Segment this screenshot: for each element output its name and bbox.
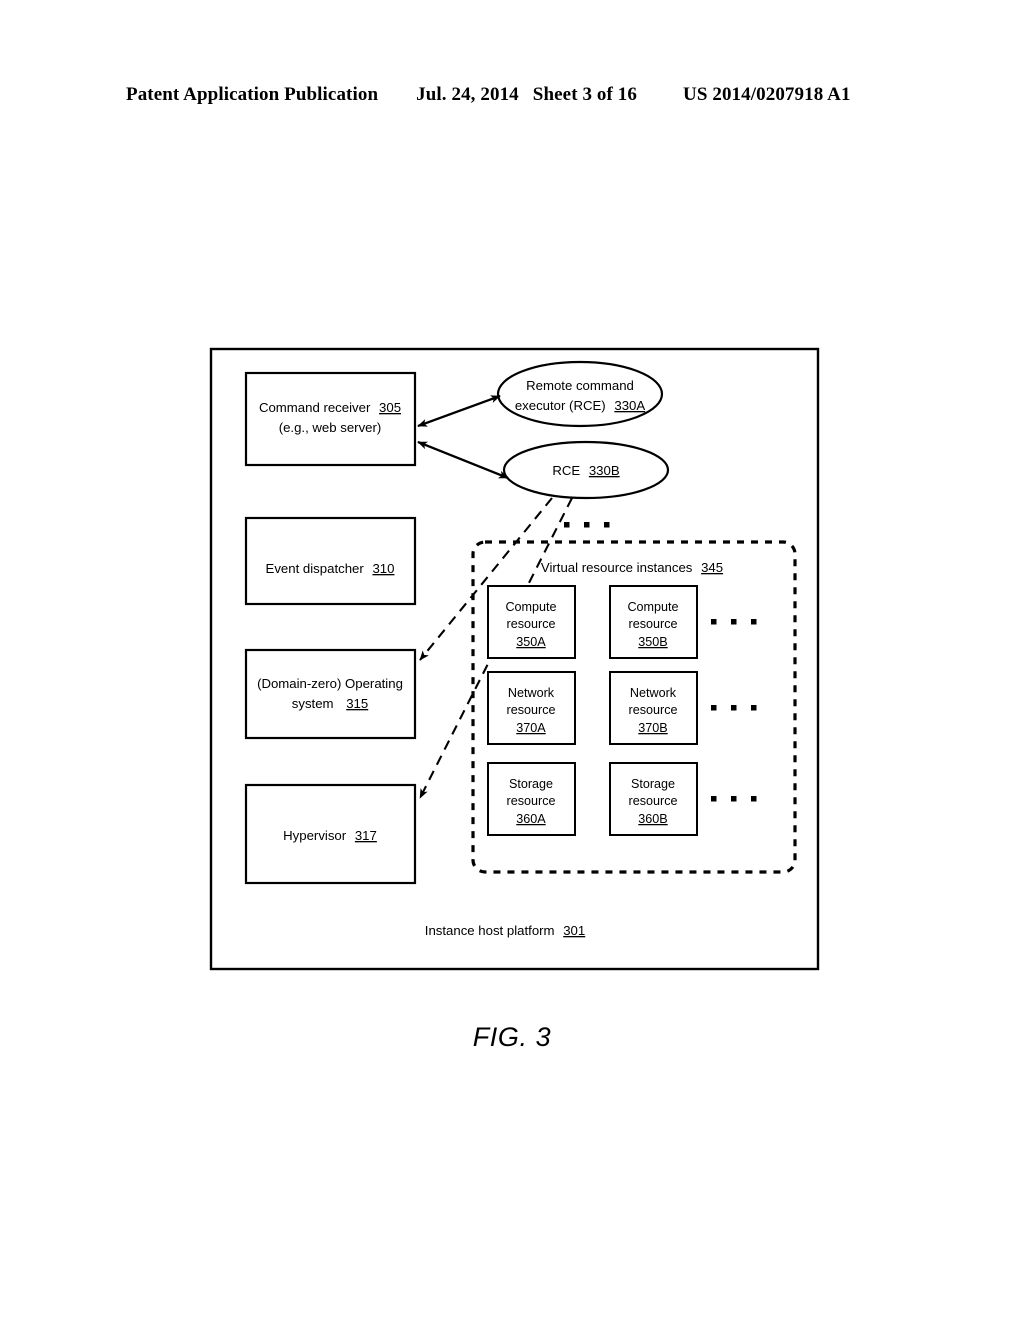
operating-system-label-line2: system	[292, 696, 334, 711]
operating-system-label-line1: (Domain-zero) Operating	[257, 676, 403, 691]
compute-resource-350b-box: Compute resource 350B	[609, 585, 698, 659]
storage-resource-360a-box: Storage resource 360A	[487, 762, 576, 836]
compute-b-line1: Compute	[627, 600, 678, 614]
figure-caption: FIG. 3	[472, 1022, 552, 1052]
rce-a-label-line1: Remote command	[526, 378, 634, 393]
event-dispatcher-label: Event dispatcher	[266, 561, 365, 576]
network-b-line1: Network	[630, 686, 677, 700]
storage-b-ref: 360B	[638, 812, 667, 826]
event-dispatcher-ref: 310	[372, 561, 394, 576]
network-a-line1: Network	[508, 686, 555, 700]
header-publication-title: Patent Application Publication	[126, 84, 379, 105]
svg-text:Event dispatcher 310: Event dispatcher 310	[266, 561, 395, 576]
rce-a-label-line2: executor (RCE)	[515, 398, 606, 413]
instance-host-platform-ref: 301	[563, 923, 585, 938]
compute-a-ref: 350A	[516, 635, 546, 649]
svg-text:system 315: system 315	[292, 696, 368, 711]
network-a-line2: resource	[507, 703, 556, 717]
operating-system-ref: 315	[346, 696, 368, 711]
event-dispatcher-box: Event dispatcher 310	[244, 516, 417, 606]
virtual-resources-title-ref: 345	[701, 560, 723, 575]
hypervisor-box: Hypervisor 317	[244, 783, 417, 885]
rce-b-label: RCE	[552, 463, 580, 478]
svg-text:Hypervisor 317: Hypervisor 317	[283, 828, 377, 843]
instance-host-platform-label: Instance host platform	[425, 923, 555, 938]
storage-a-line2: resource	[507, 794, 556, 808]
compute-a-line1: Compute	[505, 600, 556, 614]
compute-b-line2: resource	[629, 617, 678, 631]
remote-command-executor-a: Remote command executor (RCE) 330A	[496, 360, 664, 428]
header-publication-date: Jul. 24, 2014	[416, 84, 519, 105]
virtual-resources-title-label: Virtual resource instances	[541, 560, 693, 575]
svg-text:executor (RCE) 330A: executor (RCE) 330A	[515, 398, 646, 413]
network-b-line2: resource	[629, 703, 678, 717]
command-receiver-ref: 305	[379, 400, 401, 415]
storage-b-line2: resource	[629, 794, 678, 808]
rce-b-ref: 330B	[589, 463, 620, 478]
command-receiver-sublabel: (e.g., web server)	[279, 420, 382, 435]
storage-b-line1: Storage	[631, 777, 675, 791]
page-header: Patent Application Publication Jul. 24, …	[126, 84, 898, 114]
hypervisor-ref: 317	[355, 828, 377, 843]
command-receiver-box: Command receiver 305 (e.g., web server)	[244, 371, 417, 467]
compute-b-ref: 350B	[638, 635, 667, 649]
operating-system-box: (Domain-zero) Operating system 315	[244, 648, 417, 740]
command-receiver-label: Command receiver	[259, 400, 371, 415]
header-sheet-number: Sheet 3 of 16	[532, 84, 638, 105]
hypervisor-label: Hypervisor	[283, 828, 347, 843]
remote-command-executor-b: RCE 330B	[502, 440, 670, 500]
network-resource-370b-box: Network resource 370B	[609, 671, 698, 745]
storage-a-ref: 360A	[516, 812, 546, 826]
network-b-ref: 370B	[638, 721, 667, 735]
network-resource-370a-box: Network resource 370A	[487, 671, 576, 745]
storage-a-line1: Storage	[509, 777, 553, 791]
figure-3-diagram: Command receiver 305 (e.g., web server) …	[180, 330, 860, 1000]
header-patent-number: US 2014/0207918 A1	[683, 84, 851, 105]
storage-resource-360b-box: Storage resource 360B	[609, 762, 698, 836]
virtual-resources-title: Virtual resource instances 345	[541, 560, 723, 575]
rce-a-ref: 330A	[614, 398, 645, 413]
compute-a-line2: resource	[507, 617, 556, 631]
svg-text:Command receiver 305: Command receiver 305	[259, 400, 401, 415]
compute-resource-350a-box: Compute resource 350A	[487, 585, 576, 659]
network-a-ref: 370A	[516, 721, 546, 735]
